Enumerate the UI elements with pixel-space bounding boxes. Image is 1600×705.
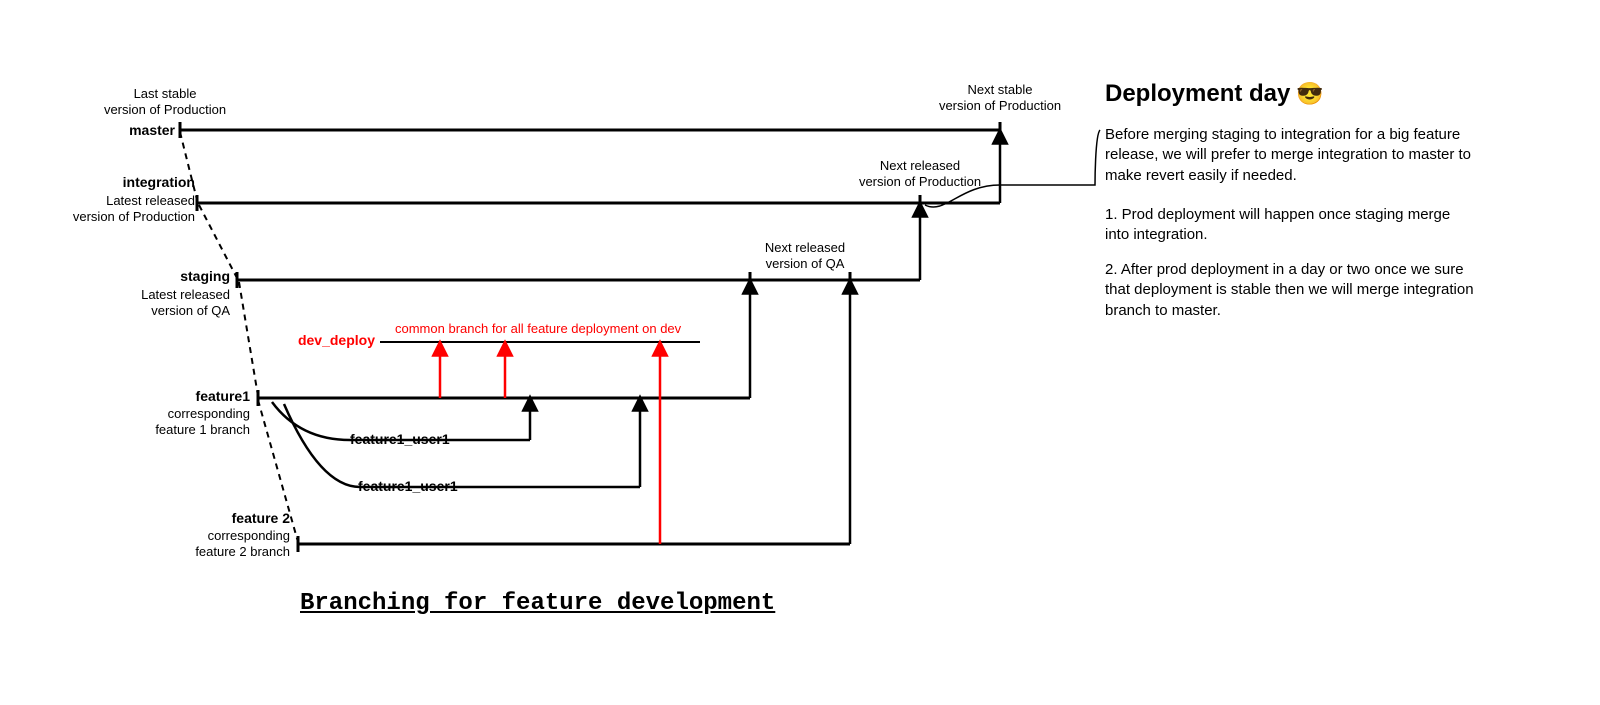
staging-right-note: Next released version of QA [720,240,890,273]
sunglasses-emoji-icon: 😎 [1296,81,1323,107]
diagram-title: Branching for feature development [300,590,775,617]
integration-sub: Latest released version of Production [40,193,195,226]
feature1-user1-b-line [284,404,640,487]
integration-right-note: Next released version of Production [820,158,1020,191]
side-item2: 2. After prod deployment in a day or two… [1105,260,1475,321]
staging-sub: Latest released version of QA [95,287,230,320]
feature1-user1-b: feature1_user1 [358,478,458,496]
dev-deploy-note: common branch for all feature deployment… [395,321,681,337]
side-item1: 1. Prod deployment will happen once stag… [1105,205,1475,246]
master-name: master [70,122,175,140]
master-right-note: Next stable version of Production [915,82,1085,115]
feature1-sub: corresponding feature 1 branch [105,406,250,439]
staging-name: staging [115,268,230,286]
side-heading-text: Deployment day [1105,80,1290,108]
integration-name: integration [55,174,195,192]
feature2-name: feature 2 [160,510,290,528]
feature1-user1-a: feature1_user1 [350,431,450,449]
dev-deploy-name: dev_deploy [255,332,375,350]
feature2-sub: corresponding feature 2 branch [145,528,290,561]
feature1-name: feature1 [130,388,250,406]
master-top-note: Last stable version of Production [85,86,245,119]
side-para1: Before merging staging to integration fo… [1105,125,1475,186]
side-heading: Deployment day 😎 [1105,80,1324,108]
